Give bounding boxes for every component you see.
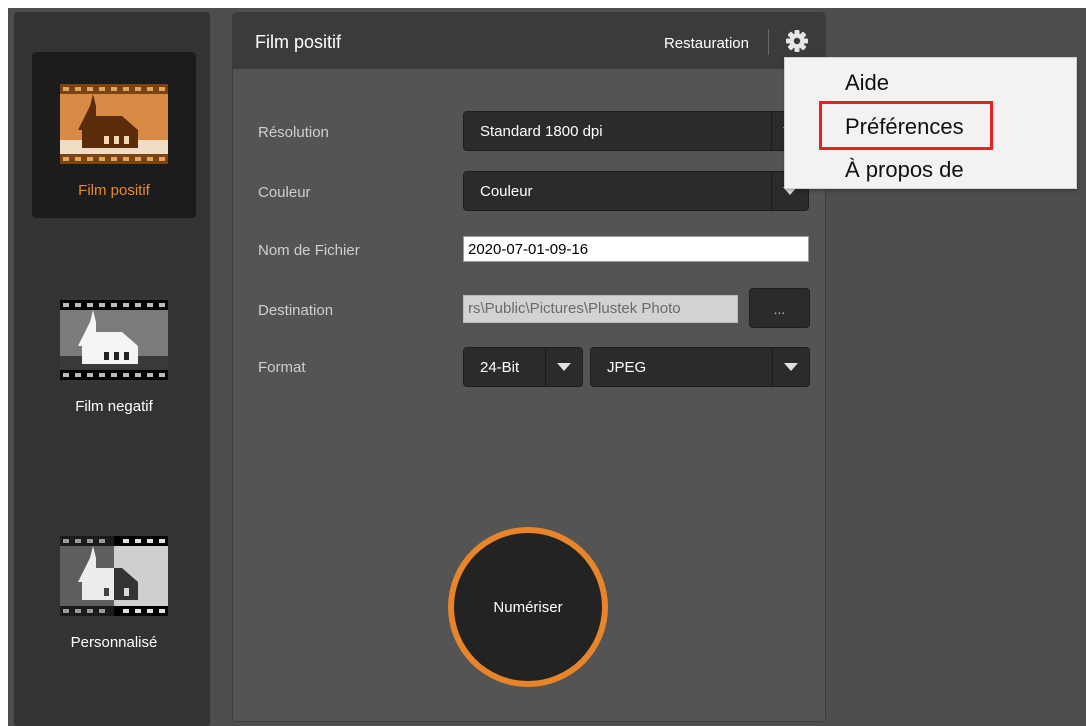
mode-film-negative[interactable]: Film negatif bbox=[32, 268, 196, 434]
destination-field[interactable]: rs\Public\Pictures\Plustek Photo bbox=[463, 295, 738, 323]
mode-sidebar: Film positif Film negatif Personnalisé bbox=[14, 12, 210, 726]
mode-label: Film positif bbox=[78, 182, 150, 199]
scan-button[interactable]: Numériser bbox=[454, 533, 602, 681]
filename-field[interactable] bbox=[463, 236, 809, 262]
header-divider bbox=[768, 29, 769, 55]
format-label: Format bbox=[258, 359, 306, 376]
chevron-down-icon[interactable] bbox=[545, 348, 582, 386]
scan-button-ring: Numériser bbox=[448, 527, 608, 687]
file-type-value: JPEG bbox=[607, 359, 647, 376]
film-custom-icon bbox=[60, 536, 168, 616]
resolution-label: Résolution bbox=[258, 124, 329, 141]
color-value: Couleur bbox=[480, 183, 533, 200]
resolution-value: Standard 1800 dpi bbox=[480, 123, 603, 140]
film-positive-icon bbox=[60, 84, 168, 164]
resolution-select[interactable]: Standard 1800 dpi bbox=[463, 111, 809, 151]
mode-film-positive[interactable]: Film positif bbox=[32, 52, 196, 218]
gear-icon[interactable] bbox=[783, 27, 811, 55]
preferences-highlight-box bbox=[819, 101, 993, 150]
color-select[interactable]: Couleur bbox=[463, 171, 809, 211]
menu-item-about[interactable]: À propos de bbox=[845, 157, 964, 183]
destination-label: Destination bbox=[258, 302, 334, 319]
color-label: Couleur bbox=[258, 184, 311, 201]
page-title: Film positif bbox=[255, 32, 342, 52]
mode-custom[interactable]: Personnalisé bbox=[32, 504, 196, 670]
browse-button[interactable]: ... bbox=[749, 288, 810, 328]
bit-depth-select[interactable]: 24-Bit bbox=[463, 347, 583, 387]
bit-depth-value: 24-Bit bbox=[480, 359, 520, 376]
mode-label: Personnalisé bbox=[70, 634, 158, 651]
panel-header: Film positif Restauration bbox=[233, 13, 825, 69]
menu-item-help[interactable]: Aide bbox=[845, 70, 889, 96]
filename-label: Nom de Fichier bbox=[258, 242, 360, 259]
restauration-button[interactable]: Restauration bbox=[664, 35, 749, 52]
file-type-select[interactable]: JPEG bbox=[590, 347, 810, 387]
chevron-down-icon[interactable] bbox=[772, 348, 809, 386]
film-negative-icon bbox=[60, 300, 168, 380]
mode-label: Film negatif bbox=[75, 398, 153, 415]
